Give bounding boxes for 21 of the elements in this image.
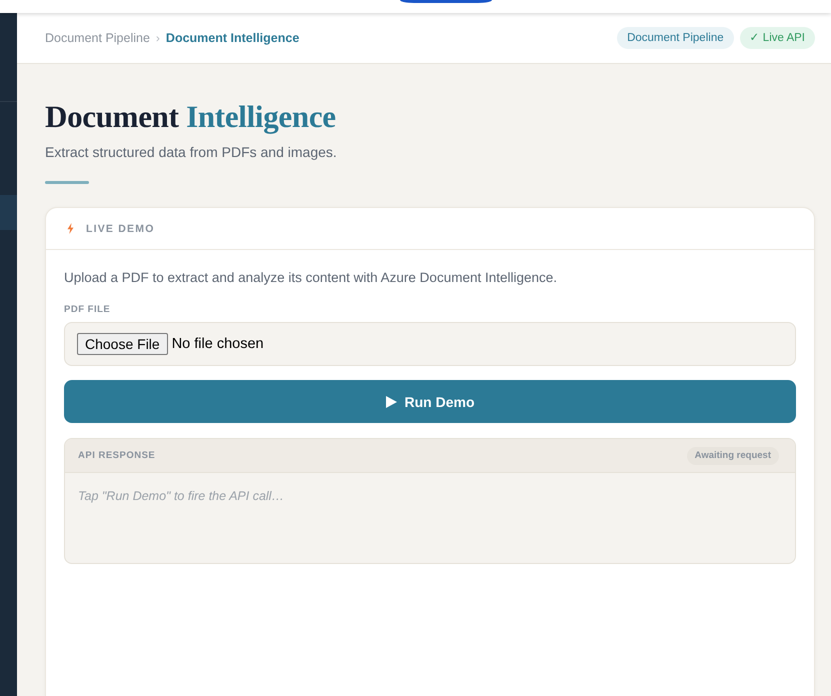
card-heading: LIVE DEMO xyxy=(86,222,155,234)
run-demo-button[interactable]: Run Demo xyxy=(64,380,796,423)
choose-file-button[interactable]: Choose File xyxy=(77,333,168,355)
status-badge: Awaiting request xyxy=(686,446,779,464)
play-icon xyxy=(386,396,396,408)
pill-button[interactable] xyxy=(400,0,492,3)
response-heading: API RESPONSE xyxy=(78,450,156,461)
page-title: Document Intelligence xyxy=(45,98,337,136)
breadcrumb-link[interactable]: Document Pipeline xyxy=(45,31,150,45)
section-badge: Document Pipeline xyxy=(617,27,734,49)
file-input-field[interactable]: Choose File No file chosen xyxy=(64,322,796,366)
breadcrumb-link[interactable]: Document Intelligence xyxy=(166,31,300,45)
empty-response-message: Tap "Run Demo" to fire the API call… xyxy=(78,489,284,503)
status-badge: ✓ Live API xyxy=(740,27,815,49)
title-underline xyxy=(45,181,89,184)
breadcrumb-separator: › xyxy=(156,31,160,45)
file-name: No file chosen xyxy=(172,336,264,352)
card-description: Upload a PDF to extract and analyze its content with Azure Document Intelligence. xyxy=(64,269,558,287)
page-subtitle: Extract structured data from PDFs and images. xyxy=(45,143,338,162)
field-label: PDF FILE xyxy=(64,303,112,317)
lightning-icon xyxy=(67,223,74,234)
